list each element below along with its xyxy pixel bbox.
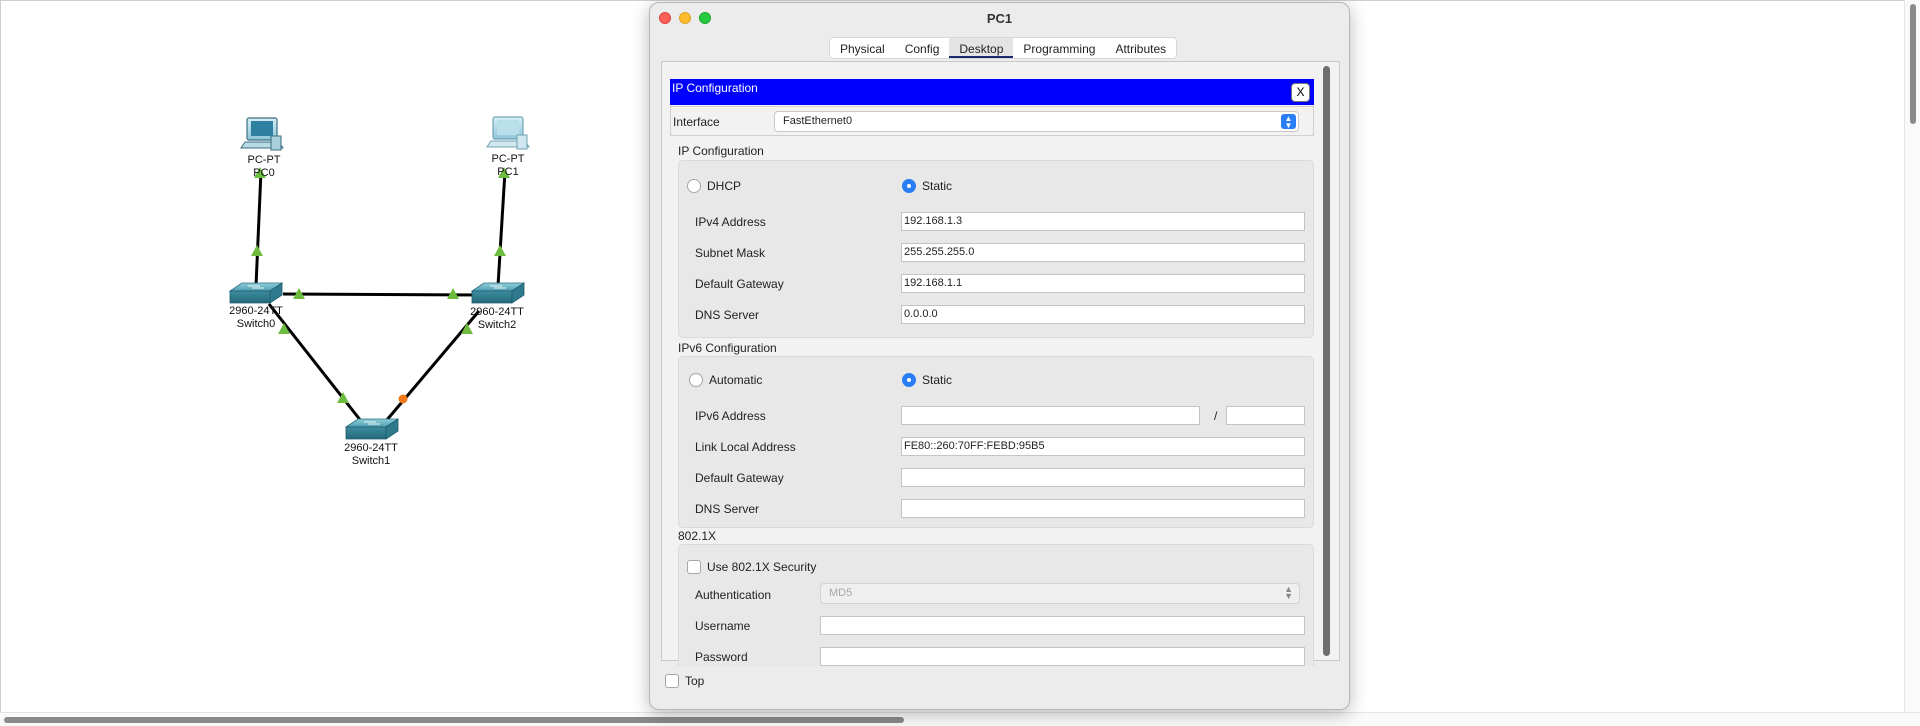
- ipv6-gateway-field[interactable]: [901, 468, 1305, 487]
- tab-desktop[interactable]: Desktop: [949, 38, 1014, 58]
- device-model: PC-PT: [247, 154, 281, 166]
- ipv6-address-field[interactable]: [901, 406, 1200, 425]
- switch1-label: 2960-24TT Switch1: [336, 442, 406, 468]
- device-model: 2960-24TT: [344, 442, 398, 454]
- ipv6-section-title: IPv6 Configuration: [678, 341, 777, 355]
- interface-value: FastEthernet0: [783, 115, 853, 127]
- top-checkbox[interactable]: [665, 674, 679, 688]
- link-local-field[interactable]: FE80::260:70FF:FEBD:95B5: [901, 437, 1305, 456]
- switch2-icon[interactable]: [470, 282, 526, 304]
- topology-svg: [228, 116, 530, 440]
- device-name: Switch2: [477, 319, 517, 331]
- interface-label: Interface: [673, 115, 720, 129]
- dns-server-field[interactable]: 0.0.0.0: [901, 305, 1305, 324]
- static-label: Static: [922, 179, 953, 193]
- chevron-updown-icon: ▲ ▼: [1284, 584, 1293, 601]
- username-field[interactable]: [820, 616, 1305, 635]
- link-local-label: Link Local Address: [695, 440, 796, 454]
- pc0-label: PC-PT PC0: [229, 154, 299, 180]
- switch0-label: 2960-24TT Switch0: [221, 305, 291, 331]
- authentication-label: Authentication: [695, 588, 772, 602]
- device-model: PC-PT: [491, 153, 525, 165]
- chevron-updown-icon: ▲ ▼: [1281, 114, 1296, 130]
- prefix-separator: /: [1214, 409, 1218, 423]
- interface-row: Interface FastEthernet0 ▲ ▼: [670, 106, 1314, 136]
- ipv6-dns-label: DNS Server: [695, 502, 760, 516]
- tab-config[interactable]: Config: [895, 38, 950, 58]
- password-field[interactable]: [820, 647, 1305, 666]
- subnet-mask-field[interactable]: 255.255.255.0: [901, 243, 1305, 262]
- subnet-mask-label: Subnet Mask: [695, 246, 766, 260]
- default-gateway-label: Default Gateway: [695, 277, 784, 291]
- ip-configuration-header: IP Configuration X: [670, 79, 1314, 105]
- ipv4-section: DHCP Static IPv4 Address 192.168.1.3 Sub…: [678, 160, 1314, 338]
- link-pc1-switch2[interactable]: [496, 170, 507, 287]
- dns-server-label: DNS Server: [695, 308, 760, 322]
- interface-select[interactable]: FastEthernet0 ▲ ▼: [774, 111, 1299, 132]
- static-radio[interactable]: [902, 179, 916, 193]
- use-8021x-label: Use 802.1X Security: [707, 560, 817, 574]
- vertical-scroll-thumb[interactable]: [1910, 4, 1916, 124]
- top-label: Top: [685, 674, 705, 688]
- ipv4-address-field[interactable]: 192.168.1.3: [901, 212, 1305, 231]
- ipv6-prefix-field[interactable]: [1226, 406, 1305, 425]
- desktop-content: IP Configuration X Interface FastEtherne…: [661, 61, 1340, 666]
- tab-attributes[interactable]: Attributes: [1105, 38, 1176, 58]
- use-8021x-checkbox[interactable]: [687, 560, 701, 574]
- link-up-indicator: [251, 245, 263, 256]
- ipv6-dns-field[interactable]: [901, 499, 1305, 518]
- automatic-label: Automatic: [709, 373, 763, 387]
- vertical-scrollbar[interactable]: [1904, 0, 1920, 712]
- device-name: Switch0: [236, 318, 276, 330]
- authentication-select: MD5 ▲ ▼: [820, 583, 1300, 604]
- tab-programming[interactable]: Programming: [1013, 38, 1105, 58]
- dhcp-radio[interactable]: [687, 179, 701, 193]
- username-label: Username: [695, 619, 751, 633]
- switch2-label: 2960-24TT Switch2: [462, 306, 532, 332]
- switch1-icon[interactable]: [344, 418, 400, 440]
- device-tabs: Physical Config Desktop Programming Attr…: [829, 37, 1178, 59]
- tab-physical[interactable]: Physical: [830, 38, 895, 58]
- ipv6-address-label: IPv6 Address: [695, 409, 766, 423]
- ipv6-section: Automatic Static IPv6 Address / Link Loc…: [678, 356, 1314, 528]
- dhcp-label: DHCP: [707, 179, 742, 193]
- pc0-icon[interactable]: [240, 117, 284, 151]
- link-pc0-switch0[interactable]: [254, 170, 263, 287]
- password-label: Password: [695, 650, 748, 664]
- ipv4-address-label: IPv4 Address: [695, 215, 766, 229]
- link-blocked-indicator: [398, 394, 408, 404]
- ipv6-static-radio[interactable]: [902, 373, 916, 387]
- device-name: Switch1: [351, 455, 391, 467]
- default-gateway-field[interactable]: 192.168.1.1: [901, 274, 1305, 293]
- window-titlebar[interactable]: PC1: [650, 3, 1349, 33]
- link-up-indicator: [494, 245, 506, 256]
- ipv6-static-label: Static: [922, 373, 953, 387]
- authentication-value: MD5: [829, 587, 853, 599]
- device-model: 2960-24TT: [470, 306, 524, 318]
- panel-title: IP Configuration: [672, 81, 758, 95]
- automatic-radio[interactable]: [689, 373, 703, 387]
- pc1-window: PC1 Physical Config Desktop Programming …: [649, 2, 1350, 710]
- ipv6-gateway-label: Default Gateway: [695, 471, 784, 485]
- close-panel-button[interactable]: X: [1291, 83, 1310, 102]
- device-model: 2960-24TT: [229, 305, 283, 317]
- window-title: PC1: [986, 11, 1013, 26]
- device-name: PC1: [497, 166, 519, 178]
- switch0-icon[interactable]: [228, 282, 284, 304]
- device-name: PC0: [253, 167, 275, 179]
- pc1-label: PC-PT PC1: [473, 153, 543, 179]
- dot1x-section-title: 802.1X: [678, 529, 717, 543]
- ipv4-section-title: IP Configuration: [678, 144, 764, 158]
- dot1x-section: Use 802.1X Security Authentication MD5 ▲…: [678, 544, 1314, 666]
- panel-scrollbar[interactable]: [1323, 66, 1330, 656]
- ip-configuration-panel: IP Configuration X Interface FastEtherne…: [670, 70, 1315, 666]
- horizontal-scroll-thumb[interactable]: [4, 717, 904, 723]
- pc1-icon[interactable]: [486, 116, 530, 150]
- horizontal-scrollbar[interactable]: [0, 712, 1920, 726]
